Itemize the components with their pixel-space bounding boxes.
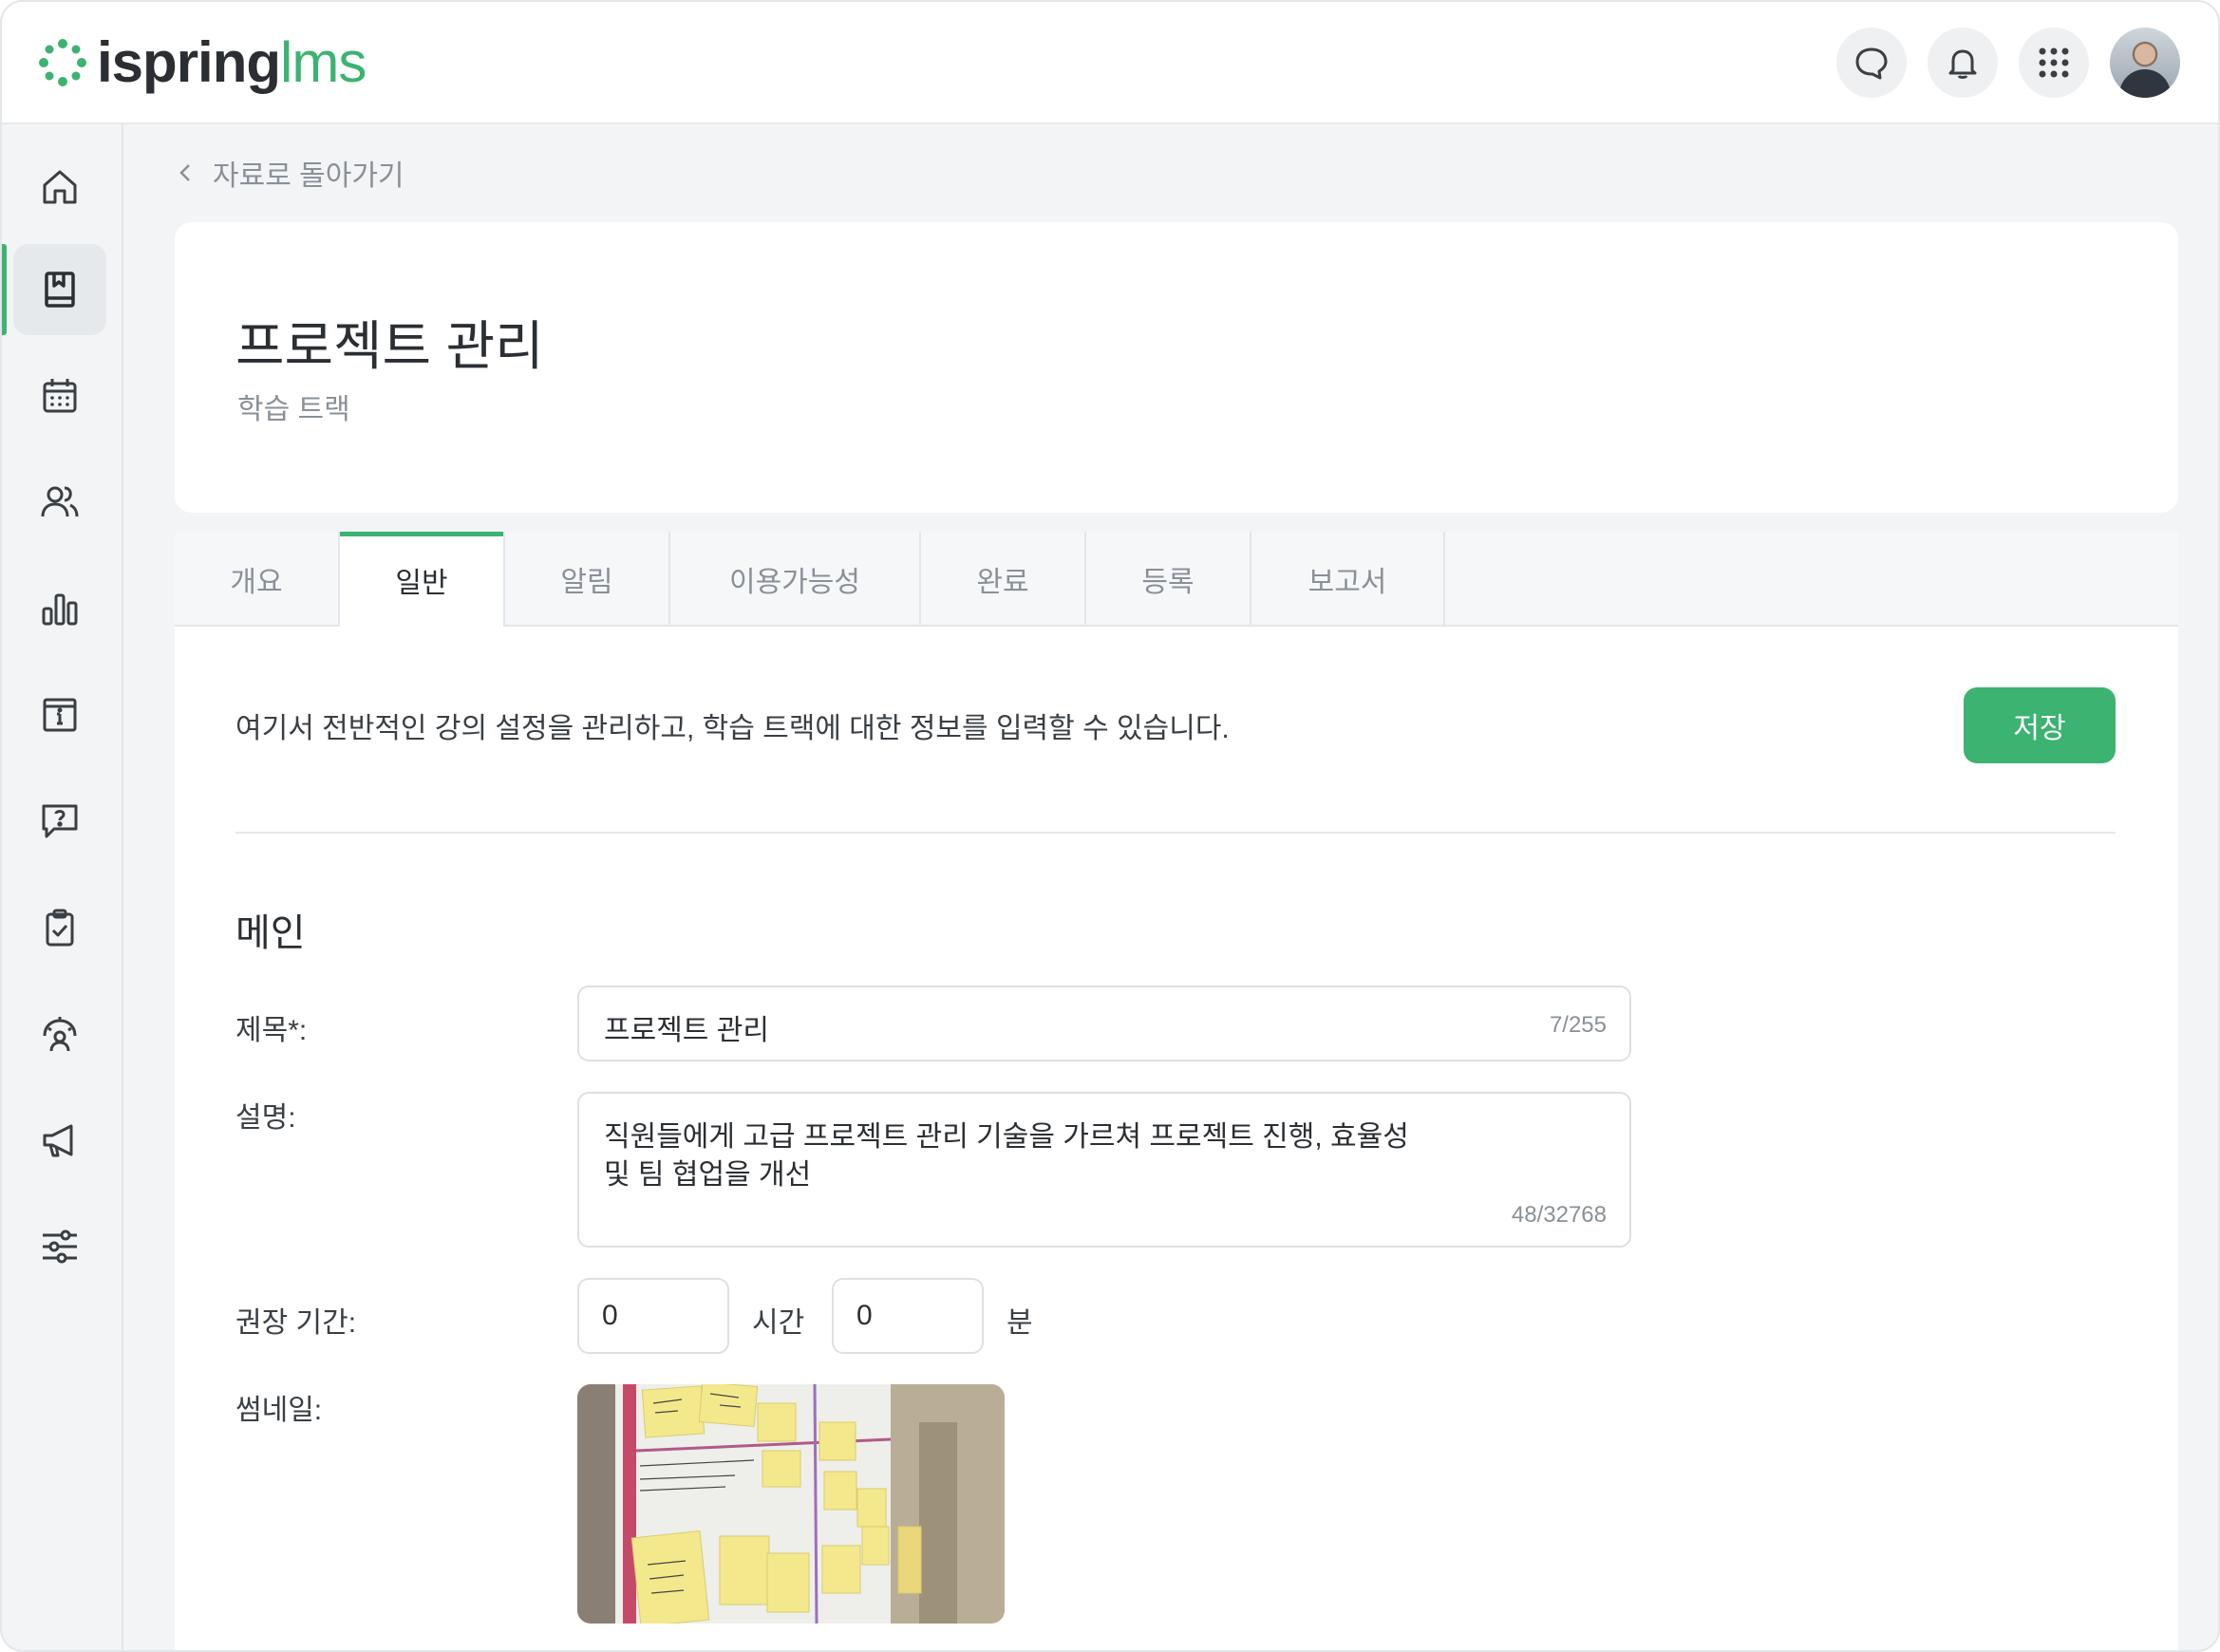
apps-button[interactable]	[2019, 28, 2089, 98]
title-field[interactable]: 프로젝트 관리 7/255	[577, 986, 1631, 1061]
title-field-value: 프로젝트 관리	[604, 1015, 769, 1046]
page-subtitle: 학습 트랙	[237, 394, 350, 425]
logo-text-secondary: lms	[280, 30, 367, 94]
sidebar-item-calendar[interactable]	[13, 350, 106, 441]
minutes-unit: 분	[1007, 1307, 1033, 1339]
duration-label: 권장 기간:	[235, 1307, 357, 1339]
ispring-logo[interactable]: ispringlms	[38, 27, 367, 99]
logo-text-primary: ispring	[97, 30, 281, 94]
thumbnail-label: 썸네일:	[235, 1395, 323, 1426]
tab-general[interactable]: 일반	[340, 532, 505, 629]
users-icon	[41, 486, 79, 517]
back-label: 자료로 돌아가기	[213, 160, 404, 192]
sidebar-item-home[interactable]	[13, 141, 106, 233]
home-icon	[43, 170, 77, 204]
hours-input[interactable]: 0	[577, 1278, 729, 1354]
divider	[235, 832, 2116, 834]
description-label: 설명:	[235, 1102, 296, 1134]
minutes-input[interactable]: 0	[832, 1278, 984, 1354]
sidebar	[2, 124, 123, 1650]
help-question-icon	[42, 804, 78, 838]
tab-enrollment[interactable]: 등록	[1086, 532, 1251, 627]
sticky-notes-board-image	[577, 1384, 1005, 1624]
back-to-content-link[interactable]: 자료로 돌아가기	[179, 152, 404, 194]
title-label: 제목*:	[235, 1015, 308, 1046]
hours-unit: 시간	[752, 1307, 805, 1339]
calendar-icon	[43, 379, 77, 413]
megaphone-icon	[43, 1124, 73, 1157]
app-window: ispringlms 자료로 돌아가기 프로젝트 관리 학습 트랙 개요 일반 …	[0, 0, 2220, 1652]
apps-grid-icon	[2039, 47, 2069, 78]
tab-availability[interactable]: 이용가능성	[670, 532, 921, 627]
reports-chart-icon	[42, 593, 78, 626]
sidebar-item-users[interactable]	[13, 457, 106, 548]
chevron-left-icon	[179, 164, 190, 181]
info-calendar-icon	[43, 698, 77, 732]
ispring-logo-mark-icon	[39, 39, 86, 86]
description-line-1: 직원들에게 고급 프로젝트 관리 기술을 가르쳐 프로젝트 진행, 효율성	[604, 1121, 1409, 1153]
sliders-icon	[43, 1230, 77, 1264]
thumbnail-image[interactable]	[577, 1384, 1005, 1624]
title-char-counter: 7/255	[1549, 1012, 1607, 1038]
user-gauge-icon	[43, 1017, 77, 1052]
section-title-main: 메인	[235, 912, 306, 954]
library-book-icon	[45, 272, 75, 308]
intro-text: 여기서 전반적인 강의 설정을 관리하고, 학습 트랙에 대한 정보를 입력할 …	[235, 713, 1230, 744]
clipboard-check-icon	[46, 909, 74, 947]
tab-completion[interactable]: 완료	[921, 532, 1086, 627]
sidebar-item-announcements[interactable]	[13, 1095, 106, 1186]
sidebar-item-assignments[interactable]	[13, 882, 106, 973]
general-settings-panel: 여기서 전반적인 강의 설정을 관리하고, 학습 트랙에 대한 정보를 입력할 …	[175, 627, 2178, 1650]
page-title: 프로젝트 관리	[235, 316, 544, 376]
header-card: 프로젝트 관리 학습 트랙	[175, 222, 2178, 513]
tab-notifications[interactable]: 알림	[505, 532, 670, 627]
top-bar: ispringlms	[2, 2, 2218, 124]
sidebar-item-settings[interactable]	[13, 1201, 106, 1292]
tab-reports[interactable]: 보고서	[1251, 532, 1445, 627]
sidebar-item-help[interactable]	[13, 776, 106, 867]
sidebar-item-performance[interactable]	[13, 988, 106, 1079]
description-char-counter: 48/32768	[1511, 1202, 1607, 1228]
sidebar-item-reports[interactable]	[13, 563, 106, 654]
chat-icon	[1855, 47, 1888, 80]
user-avatar[interactable]	[2110, 28, 2180, 98]
tab-bar: 개요 일반 알림 이용가능성 완료 등록 보고서	[175, 532, 2178, 629]
notifications-button[interactable]	[1928, 28, 1998, 98]
chat-button[interactable]	[1836, 28, 1907, 98]
description-field[interactable]: 직원들에게 고급 프로젝트 관리 기술을 가르쳐 프로젝트 진행, 효율성 및 …	[577, 1092, 1631, 1248]
logo-text: ispringlms	[97, 34, 367, 91]
sidebar-item-library[interactable]	[2, 244, 106, 335]
sidebar-item-info[interactable]	[13, 669, 106, 760]
description-line-2: 및 팀 협업을 개선	[604, 1159, 812, 1191]
bell-icon	[1948, 49, 1977, 79]
save-button[interactable]: 저장	[1964, 687, 2116, 763]
tab-overview[interactable]: 개요	[175, 532, 340, 627]
top-bar-actions	[1836, 28, 2180, 98]
